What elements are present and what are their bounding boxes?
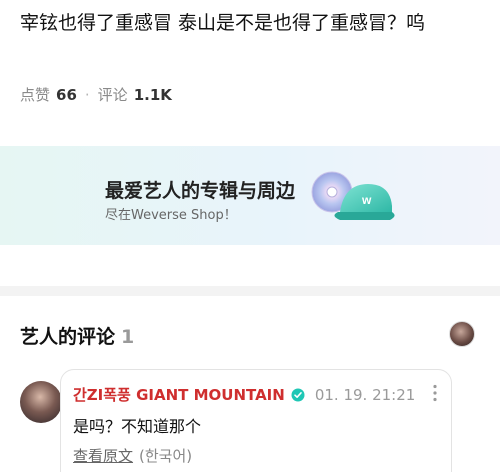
artist-comments-header: 艺人的评论 1 — [20, 322, 134, 349]
view-original-link[interactable]: 查看原文 — [73, 447, 133, 465]
comment-author-name[interactable]: 간ZI폭풍 GIANT MOUNTAIN — [73, 384, 285, 405]
album-and-cap-icon: w — [311, 171, 395, 220]
artist-comments-title: 艺人的评论 — [20, 326, 116, 348]
artist-comment-card: 간ZI폭풍 GIANT MOUNTAIN 01. 19. 21:21 是吗？不知… — [60, 369, 452, 472]
comment-text: 是吗？不知道那个 — [73, 417, 202, 436]
likes-label[interactable]: 点赞 — [20, 84, 50, 105]
banner-title: 最爱艺人的专辑与周边 — [105, 180, 296, 202]
likes-count: 66 — [56, 85, 77, 104]
more-options-icon[interactable] — [433, 384, 437, 402]
comments-count: 1.1K — [133, 85, 172, 104]
comment-author-avatar[interactable] — [20, 381, 62, 423]
post-stats: 点赞 66 · 评论 1.1K — [20, 84, 172, 105]
artist-avatar-small[interactable] — [449, 321, 475, 347]
comment-header: 간ZI폭풍 GIANT MOUNTAIN 01. 19. 21:21 — [73, 384, 415, 405]
post-body-text: 宰铉也得了重感冒 泰山是不是也得了重感冒？呜 — [20, 12, 426, 34]
comment-date: 01. 19. 21:21 — [314, 385, 416, 404]
weverse-shop-banner[interactable]: 最爱艺人的专辑与周边 尽在Weverse Shop！ w — [0, 146, 500, 245]
svg-text:w: w — [361, 193, 372, 207]
banner-subtitle: 尽在Weverse Shop！ — [105, 208, 237, 223]
translate-row: 查看原文 (한국어) — [73, 445, 192, 466]
section-divider — [0, 286, 500, 296]
comments-label[interactable]: 评论 — [98, 84, 128, 105]
artist-comments-count: 1 — [121, 326, 135, 348]
stats-separator: · — [84, 85, 90, 104]
original-language: (한국어) — [139, 447, 193, 465]
verified-badge-icon — [291, 388, 305, 401]
